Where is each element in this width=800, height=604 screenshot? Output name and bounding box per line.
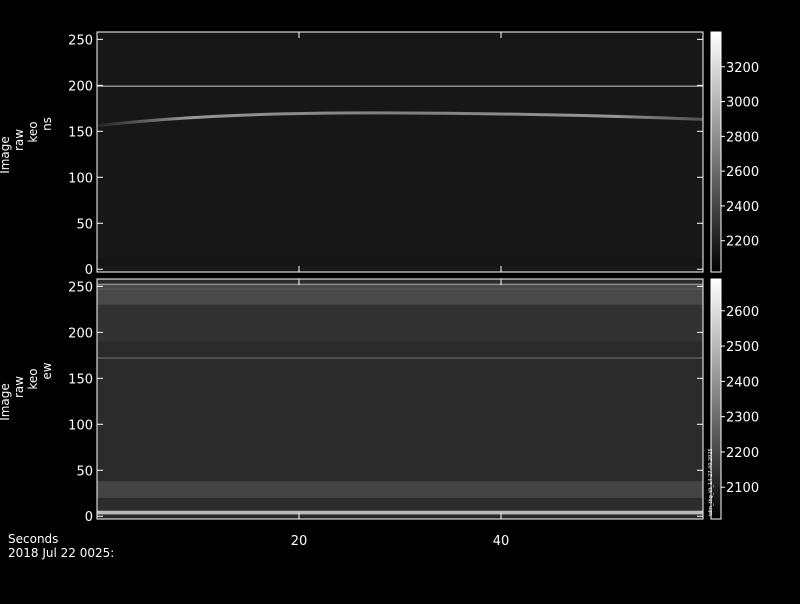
x-tick-label: 20 bbox=[291, 534, 308, 549]
y-axis-label-line: Image bbox=[0, 136, 12, 174]
colorbar-tick-label: 2600 bbox=[726, 165, 759, 180]
y-tick-label: 100 bbox=[68, 418, 93, 433]
colorbar-tick-label: 2300 bbox=[726, 411, 759, 426]
colorbar-tick-label: 3000 bbox=[726, 96, 759, 111]
panel-ns: 0 50 100 150 200 250 Image raw keo ns 2200 2400 26… bbox=[0, 31, 759, 278]
colorbar-tick-label: 2200 bbox=[726, 446, 759, 461]
panel-ew: 050100150200250 20 40 Image raw keo ew 21002… bbox=[0, 278, 759, 549]
y-tick-label: 200 bbox=[68, 326, 93, 341]
y-tick-label: 150 bbox=[68, 372, 93, 387]
y-axis-label-line: keo bbox=[26, 368, 40, 389]
y-tick-label: 100 bbox=[68, 171, 93, 186]
keogram-figure: 0 50 100 150 200 250 Image raw keo ns 2200 2400 26… bbox=[0, 0, 800, 600]
colorbar-tick-label: 2500 bbox=[726, 340, 759, 355]
y-axis-label-ew: Image raw keo ew bbox=[0, 362, 54, 421]
figure-svg: 050100150200250 Image raw keo ns 2200240026… bbox=[0, 31, 759, 560]
colorbar-tick-label: 2100 bbox=[726, 481, 759, 496]
y-tick-label: 0 bbox=[85, 510, 93, 525]
y-tick-label: 200 bbox=[68, 79, 93, 94]
side-annotation: tdm_thg_tlt_14 27.40.2025 bbox=[708, 448, 714, 516]
keogram-image-ns bbox=[96, 32, 704, 272]
y-axis-label-line: ns bbox=[40, 117, 54, 131]
colorbar-gradient bbox=[710, 31, 722, 273]
y-axis-label-ns: Image raw keo ns bbox=[0, 117, 54, 174]
y-axis-label-line: keo bbox=[26, 121, 40, 142]
image-band bbox=[97, 258, 703, 265]
image-background bbox=[97, 32, 703, 272]
colorbar-tick-label: 2400 bbox=[726, 200, 759, 215]
colorbar-ns: 2200 2400 2600 2800 3000 3200 bbox=[710, 31, 759, 273]
colorbar-tick-label: 3200 bbox=[726, 61, 759, 76]
y-tick-label: 50 bbox=[76, 217, 93, 232]
colorbar-tick-label: 2600 bbox=[726, 305, 759, 320]
y-tick-label: 250 bbox=[68, 33, 93, 48]
y-axis-label-line: ew bbox=[40, 362, 54, 379]
y-axis-label-line: raw bbox=[12, 129, 26, 151]
x-axis-title: Seconds bbox=[8, 532, 58, 546]
y-axis-label-line: raw bbox=[12, 376, 26, 398]
colorbar-tick-label: 2400 bbox=[726, 375, 759, 390]
date-label: 2018 Jul 22 0025: bbox=[8, 546, 114, 560]
image-band bbox=[97, 284, 703, 305]
x-tick-label: 40 bbox=[493, 534, 510, 549]
colorbar-ew: 2100 2200 2300 2400 2500 2600 bbox=[710, 278, 759, 520]
y-tick-label: 250 bbox=[68, 280, 93, 295]
image-band bbox=[97, 481, 703, 498]
y-tick-label: 50 bbox=[76, 464, 93, 479]
y-axis-label-line: Image bbox=[0, 383, 12, 421]
colorbar-tick-label: 2200 bbox=[726, 235, 759, 250]
keogram-image-ew bbox=[97, 279, 703, 519]
image-band bbox=[97, 510, 703, 515]
y-tick-label: 150 bbox=[68, 125, 93, 140]
y-tick-label: 0 bbox=[85, 263, 93, 278]
image-band bbox=[97, 304, 703, 342]
colorbar-tick-label: 2800 bbox=[726, 130, 759, 145]
